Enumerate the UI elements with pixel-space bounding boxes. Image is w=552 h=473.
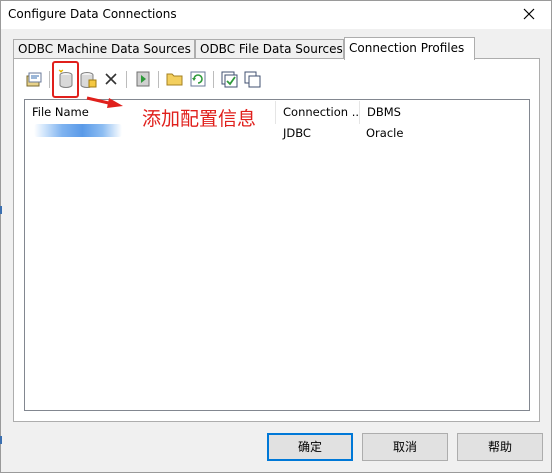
close-icon[interactable] — [519, 4, 539, 24]
tab-odbc-file-data-sources[interactable]: ODBC File Data Sources — [195, 39, 344, 59]
configure-data-connections-dialog: Configure Data Connections ODBC Machine … — [0, 0, 552, 473]
cell-dbms: Oracle — [366, 126, 404, 140]
tab-label: ODBC Machine Data Sources — [18, 42, 191, 56]
delete-icon[interactable] — [101, 68, 121, 90]
edit-profile-icon[interactable] — [78, 68, 98, 90]
toolbar-separator — [213, 71, 214, 88]
open-folder-icon[interactable] — [165, 68, 185, 90]
connection-profiles-list[interactable]: File Name Connection ... DBMS JDBC Oracl… — [24, 99, 530, 411]
column-header-connection[interactable]: Connection ... — [276, 100, 359, 124]
toolbar-separator — [158, 71, 159, 88]
annotation-text: 添加配置信息 — [142, 108, 257, 130]
annotation-arrow-icon — [86, 96, 123, 108]
toolbar-separator — [49, 71, 50, 88]
background-window-edge — [0, 436, 2, 444]
help-button[interactable]: 帮助 — [457, 433, 543, 461]
background-window-edge — [0, 206, 2, 214]
connect-icon[interactable] — [24, 68, 44, 90]
tab-odbc-machine-data-sources[interactable]: ODBC Machine Data Sources — [13, 39, 195, 59]
tab-label: ODBC File Data Sources — [200, 42, 343, 56]
select-all-icon[interactable] — [219, 68, 239, 90]
cell-connection: JDBC — [283, 126, 311, 140]
cancel-button[interactable]: 取消 — [362, 433, 448, 461]
tab-connection-profiles[interactable]: Connection Profiles — [344, 37, 475, 60]
refresh-icon[interactable] — [188, 68, 208, 90]
title-bar: Configure Data Connections — [1, 1, 551, 29]
test-icon[interactable] — [133, 68, 153, 90]
tab-label: Connection Profiles — [349, 41, 465, 55]
window-title: Configure Data Connections — [8, 7, 177, 21]
column-header-dbms[interactable]: DBMS — [360, 100, 460, 124]
highlight-box — [52, 61, 79, 98]
redacted-file-name — [34, 124, 122, 137]
copy-icon[interactable] — [242, 68, 262, 90]
toolbar-separator — [126, 71, 127, 88]
ok-button[interactable]: 确定 — [267, 433, 353, 461]
